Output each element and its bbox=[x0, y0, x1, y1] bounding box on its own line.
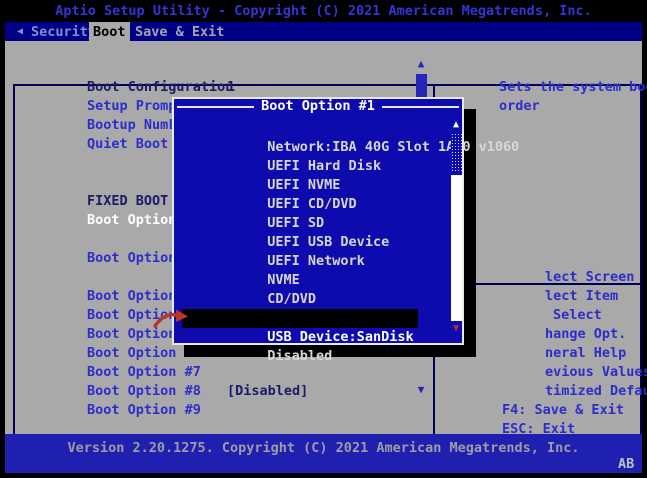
popup-scroll-down-icon[interactable]: ▼ bbox=[449, 323, 463, 335]
hotkey-row: F4: Save & Exit bbox=[437, 382, 624, 401]
hotkey-row: Select bbox=[488, 287, 602, 306]
version-text: Version 2.20.1275. Copyright (C) 2021 Am… bbox=[5, 439, 642, 458]
popup-scrollbar-hatch[interactable] bbox=[451, 133, 462, 173]
popup-item[interactable]: UEFI CD/DVD bbox=[186, 176, 357, 195]
help-description-line: order bbox=[434, 78, 540, 97]
tab-security[interactable]: Security bbox=[31, 22, 96, 41]
annotation-arrow-icon bbox=[151, 305, 191, 331]
popup-item[interactable]: NVME bbox=[186, 252, 300, 271]
hotkey-row: timized Defaults bbox=[480, 363, 647, 382]
popup-title-text: Boot Option #1 bbox=[261, 97, 375, 116]
popup-item[interactable]: Disabled bbox=[186, 328, 332, 347]
back-arrow-icon[interactable]: ◀ bbox=[17, 22, 23, 41]
tab-boot[interactable]: Boot bbox=[89, 22, 130, 41]
hotkey-row: ESC: Exit bbox=[437, 401, 575, 420]
left-scroll-down-icon[interactable]: ▼ bbox=[413, 383, 429, 396]
left-scroll-up-icon[interactable]: ▲ bbox=[413, 57, 429, 70]
popup-item[interactable]: UEFI Network bbox=[186, 233, 365, 252]
title-rule-left bbox=[177, 106, 254, 108]
boot-option-row: Boot Configuration bbox=[22, 59, 412, 78]
boot-option-popup: Boot Option #1 Network:IBA 40G Slot 1A00… bbox=[172, 97, 464, 345]
hotkey-row: evious Values bbox=[480, 344, 647, 363]
popup-title: Boot Option #1 bbox=[177, 99, 459, 114]
status-bar: Version 2.20.1275. Copyright (C) 2021 Am… bbox=[5, 434, 642, 473]
bios-screen: Aptio Setup Utility - Copyright (C) 2021… bbox=[0, 0, 647, 478]
popup-item[interactable]: UEFI Hard Disk bbox=[186, 138, 381, 157]
tab-save-exit[interactable]: Save & Exit bbox=[135, 22, 224, 41]
option-label: Boot Option #9 bbox=[87, 402, 201, 418]
hotkey-row: neral Help bbox=[480, 325, 626, 344]
popup-item[interactable]: CD/DVD bbox=[186, 271, 316, 290]
popup-scroll-up-icon[interactable]: ▲ bbox=[449, 119, 463, 131]
popup-scrollbar-track[interactable] bbox=[451, 175, 462, 321]
help-description-line: Sets the system boot bbox=[434, 59, 647, 78]
hotkey-row: hange Opt. bbox=[480, 306, 626, 325]
popup-item[interactable]: UEFI USB Device bbox=[186, 214, 389, 233]
popup-item[interactable]: Network:IBA 40G Slot 1A00 v1060 bbox=[186, 119, 519, 138]
title-bar: Aptio Setup Utility - Copyright (C) 2021… bbox=[0, 0, 647, 22]
popup-item[interactable]: USB Device:SanDisk bbox=[182, 309, 418, 328]
popup-item[interactable]: SD bbox=[186, 290, 284, 309]
hotkey-row: lect Screen bbox=[480, 249, 634, 268]
corner-badge: AB bbox=[618, 455, 634, 474]
tab-bar: ◀ Security Boot Save & Exit bbox=[5, 22, 642, 41]
popup-item[interactable]: UEFI NVME bbox=[186, 157, 340, 176]
option-value: 1 bbox=[227, 78, 235, 97]
hotkey-row: lect Item bbox=[480, 268, 618, 287]
title-rule-right bbox=[382, 106, 459, 108]
boot-option-row[interactable]: Setup Prompt Timeout 1 bbox=[22, 78, 412, 97]
popup-item[interactable]: UEFI SD bbox=[186, 195, 324, 214]
